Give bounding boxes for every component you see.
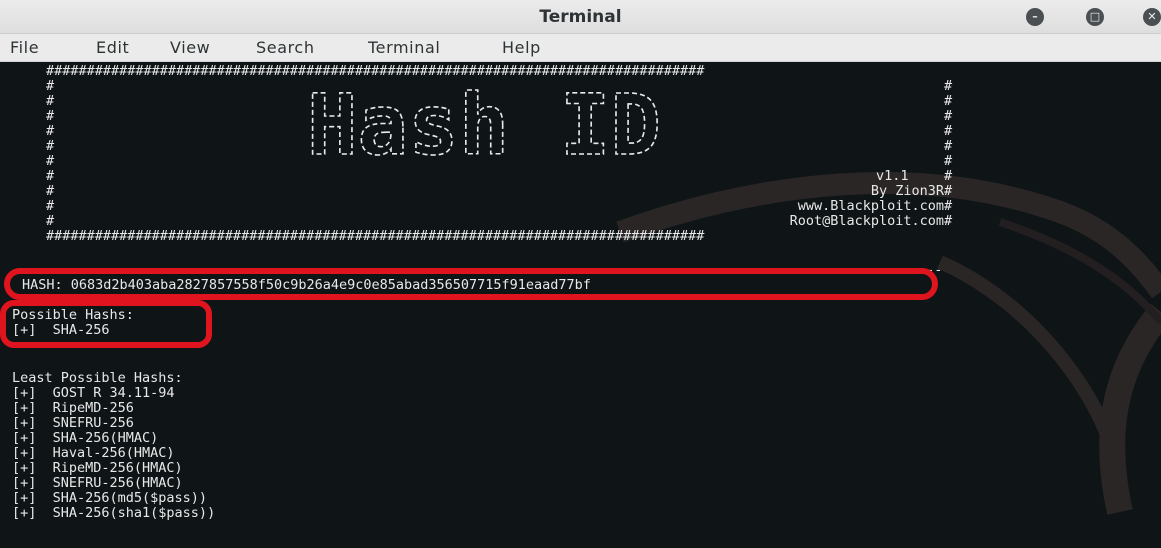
least-hash-item: [+] GOST R 34.11-94 (12, 385, 175, 401)
banner-side: # (46, 93, 55, 109)
banner-side-right: # (944, 93, 953, 109)
banner-side-right: # (944, 183, 953, 199)
menu-edit[interactable]: Edit (96, 38, 129, 57)
banner-side-right: # (944, 138, 953, 154)
banner-side-right: # (944, 153, 953, 169)
menu-search[interactable]: Search (256, 38, 315, 57)
window-title: Terminal (539, 7, 622, 27)
menu-help[interactable]: Help (502, 38, 541, 57)
least-possible-header: Least Possible Hashs: (12, 370, 183, 386)
banner-email: Root@Blackploit.com (789, 213, 944, 229)
banner-side-right: # (944, 168, 953, 184)
title-bar[interactable]: Terminal – □ ✕ (0, 0, 1161, 34)
least-hash-item: [+] SHA-256(sha1($pass)) (12, 505, 216, 521)
least-hash-item: [+] RipeMD-256 (12, 400, 134, 416)
banner-side: # (46, 198, 55, 214)
least-hash-item: [+] SNEFRU-256 (12, 415, 134, 431)
menu-file[interactable]: File (10, 38, 39, 57)
hash-id-banner: ########################################… (46, 64, 962, 244)
banner-author: By Zion3R (870, 183, 944, 199)
banner-side: # (46, 168, 55, 184)
banner-side-right: # (944, 213, 953, 229)
terminal-window: Terminal – □ ✕ File Edit View Search Ter… (0, 0, 1161, 548)
least-hash-item: [+] Haval-256(HMAC) (12, 445, 175, 461)
banner-side: # (46, 183, 55, 199)
least-hash-item: [+] RipeMD-256(HMAC) (12, 460, 183, 476)
banner-bottom-border: ########################################… (46, 228, 705, 244)
minimize-icon[interactable]: – (1026, 8, 1044, 26)
banner-side-right: # (944, 78, 953, 94)
banner-side: # (46, 153, 55, 169)
terminal-output-area[interactable]: ########################################… (0, 62, 1161, 548)
maximize-icon[interactable]: □ (1086, 8, 1104, 26)
banner-side: # (46, 108, 55, 124)
banner-side: # (46, 78, 55, 94)
banner-side: # (46, 138, 55, 154)
hash-highlight-annotation (4, 268, 938, 300)
least-hash-item: [+] SHA-256(md5($pass)) (12, 490, 208, 506)
least-hash-item: [+] SNEFRU-256(HMAC) (12, 475, 183, 491)
banner-side-right: # (944, 198, 953, 214)
menu-view[interactable]: View (170, 38, 210, 57)
menu-terminal[interactable]: Terminal (368, 38, 440, 57)
banner-side: # (46, 123, 55, 139)
result-highlight-annotation (0, 300, 212, 348)
menu-bar: File Edit View Search Terminal Help (0, 34, 1161, 62)
close-icon[interactable]: ✕ (1143, 8, 1161, 26)
least-hash-item: [+] SHA-256(HMAC) (12, 430, 159, 446)
banner-side-right: # (944, 123, 953, 139)
banner-side-right: # (944, 108, 953, 124)
hash-id-ascii-logo: Hash ID (306, 76, 662, 175)
logo-text: Hash ID (307, 76, 661, 174)
banner-site: www.Blackploit.com (797, 198, 944, 214)
banner-side: # (46, 213, 55, 229)
banner-version: v1.1 (876, 168, 909, 184)
